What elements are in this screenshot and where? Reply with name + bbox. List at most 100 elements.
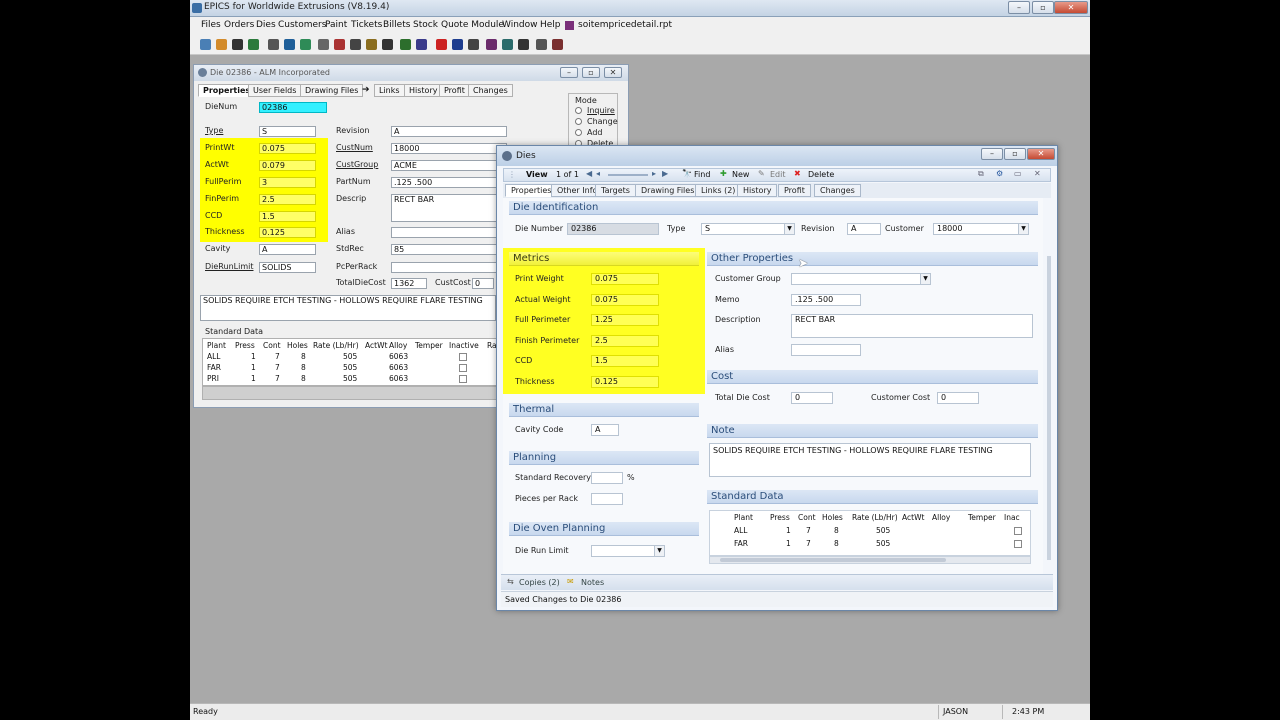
nav-first-icon[interactable]: ◀ (586, 169, 592, 178)
printwt-field[interactable]: 0.075 (259, 143, 316, 154)
toolbar-icon-4[interactable] (248, 39, 259, 50)
toolbar-icon-20[interactable] (518, 39, 529, 50)
toolbar-icon-9[interactable] (334, 39, 345, 50)
toolbar-icon-21[interactable] (536, 39, 547, 50)
toolbar-icon-8[interactable] (318, 39, 329, 50)
custcost-field[interactable]: 0 (472, 278, 494, 289)
maximize-button[interactable]: ▫ (582, 67, 600, 78)
inactive-checkbox[interactable] (459, 364, 467, 372)
custgroup-field[interactable]: ACME (391, 160, 507, 171)
pieces-per-rack-field[interactable] (591, 493, 623, 505)
toolbar-icon-16[interactable] (452, 39, 463, 50)
type-field[interactable]: S (259, 126, 316, 137)
description-field[interactable]: RECT BAR (791, 314, 1033, 338)
stdrec-field[interactable]: 85 (391, 244, 507, 255)
menu-customers[interactable]: Customers (278, 20, 326, 30)
toolbar-icon-15[interactable] (436, 39, 447, 50)
toolbar-icon-1[interactable] (200, 39, 211, 50)
thickness-field[interactable]: 0.125 (591, 376, 659, 388)
ccd-field[interactable]: 1.5 (591, 355, 659, 367)
dierunlimit-field[interactable]: SOLIDS (259, 262, 316, 273)
note-textarea[interactable]: SOLIDS REQUIRE ETCH TESTING - HOLLOWS RE… (709, 443, 1031, 477)
scrollbar-thumb[interactable] (720, 558, 946, 562)
total-die-cost-field[interactable]: 0 (791, 392, 833, 404)
tab-links[interactable]: Links (374, 84, 405, 97)
horizontal-scrollbar[interactable] (709, 556, 1031, 564)
inactive-checkbox[interactable] (459, 375, 467, 383)
die-number-field[interactable]: 02386 (567, 223, 659, 235)
inactive-checkbox[interactable] (1014, 527, 1022, 535)
tab-links[interactable]: Links (2) (695, 184, 742, 197)
cavity-code-field[interactable]: A (591, 424, 619, 436)
toolbar-icon-19[interactable] (502, 39, 513, 50)
close-button[interactable]: ✕ (1054, 1, 1088, 14)
menu-dies[interactable]: Dies (256, 20, 276, 30)
tab-user-fields[interactable]: User Fields (248, 84, 302, 97)
toolbar-icon-3[interactable] (232, 39, 243, 50)
toolbar-icon-10[interactable] (350, 39, 361, 50)
settings-icon[interactable]: ⚙ (996, 169, 1003, 178)
partnum-field[interactable]: .125 .500 (391, 177, 507, 188)
minimize-button[interactable]: – (1008, 1, 1030, 14)
tab-targets[interactable]: Targets (595, 184, 636, 197)
actual-weight-field[interactable]: 0.075 (591, 294, 659, 306)
tab-history[interactable]: History (404, 84, 443, 97)
alias-field[interactable] (391, 227, 507, 238)
customer-group-dropdown[interactable]: ▼ (791, 273, 931, 285)
restore-icon[interactable]: ▭ (1014, 169, 1022, 178)
standard-recovery-field[interactable] (591, 472, 623, 484)
thickness-field[interactable]: 0.125 (259, 227, 316, 238)
horizontal-scrollbar[interactable] (202, 386, 498, 400)
tab-history[interactable]: History (737, 184, 778, 197)
actwt-field[interactable]: 0.079 (259, 160, 316, 171)
revision-field[interactable]: A (847, 223, 881, 235)
toolbar-icon-14[interactable] (416, 39, 427, 50)
totaldiecost-field[interactable]: 1362 (391, 278, 427, 289)
menu-report-file[interactable]: soitempricedetail.rpt (578, 20, 672, 30)
customer-dropdown[interactable]: 18000 ▼ (933, 223, 1029, 235)
toolbar-icon-7[interactable] (300, 39, 311, 50)
alias-field[interactable] (791, 344, 861, 356)
minimize-button[interactable]: – (981, 148, 1003, 160)
toolbar-icon-12[interactable] (382, 39, 393, 50)
revision-field[interactable]: A (391, 126, 507, 137)
close-button[interactable]: ✕ (604, 67, 622, 78)
descrip-field[interactable]: RECT BAR (391, 194, 507, 222)
ccd-field[interactable]: 1.5 (259, 211, 316, 222)
dienum-field[interactable]: 02386 (259, 102, 327, 113)
toolbar-icon-18[interactable] (486, 39, 497, 50)
inactive-checkbox[interactable] (1014, 540, 1022, 548)
menu-files[interactable]: Files (201, 20, 221, 30)
toolbar-icon-2[interactable] (216, 39, 227, 50)
tab-profit[interactable]: Profit (778, 184, 811, 197)
full-perimeter-field[interactable]: 1.25 (591, 314, 659, 326)
new-button[interactable]: New (732, 170, 749, 179)
pcperrack-field[interactable] (391, 262, 507, 273)
toolbar-icon-11[interactable] (366, 39, 377, 50)
maximize-button[interactable]: ▫ (1032, 1, 1054, 14)
toolbar-icon-5[interactable] (268, 39, 279, 50)
menu-paint[interactable]: Paint (325, 20, 347, 30)
tab-profit[interactable]: Profit (439, 84, 470, 97)
menu-orders[interactable]: Orders (224, 20, 254, 30)
delete-button[interactable]: Delete (808, 170, 834, 179)
finish-perimeter-field[interactable]: 2.5 (591, 335, 659, 347)
view-button[interactable]: View (526, 170, 548, 179)
tab-properties[interactable]: Properties (505, 184, 558, 197)
notes-link[interactable]: Notes (581, 578, 604, 587)
tab-drawing-files[interactable]: Drawing Files (635, 184, 701, 197)
customer-cost-field[interactable]: 0 (937, 392, 979, 404)
copy-icon[interactable]: ⧉ (978, 169, 984, 179)
menu-quote-module[interactable]: Quote Module (441, 20, 504, 30)
toolbar-icon-17[interactable] (468, 39, 479, 50)
nav-next-icon[interactable]: ▸ (652, 169, 656, 178)
edit-button[interactable]: Edit (770, 170, 786, 179)
mode-inquire-radio[interactable] (575, 107, 582, 114)
custnum-field[interactable]: 18000 (391, 143, 507, 154)
menu-window[interactable]: Window (502, 20, 538, 30)
toolbar-icon-6[interactable] (284, 39, 295, 50)
inactive-checkbox[interactable] (459, 353, 467, 361)
finperim-field[interactable]: 2.5 (259, 194, 316, 205)
mode-add-radio[interactable] (575, 129, 582, 136)
record-slider[interactable] (608, 174, 648, 176)
